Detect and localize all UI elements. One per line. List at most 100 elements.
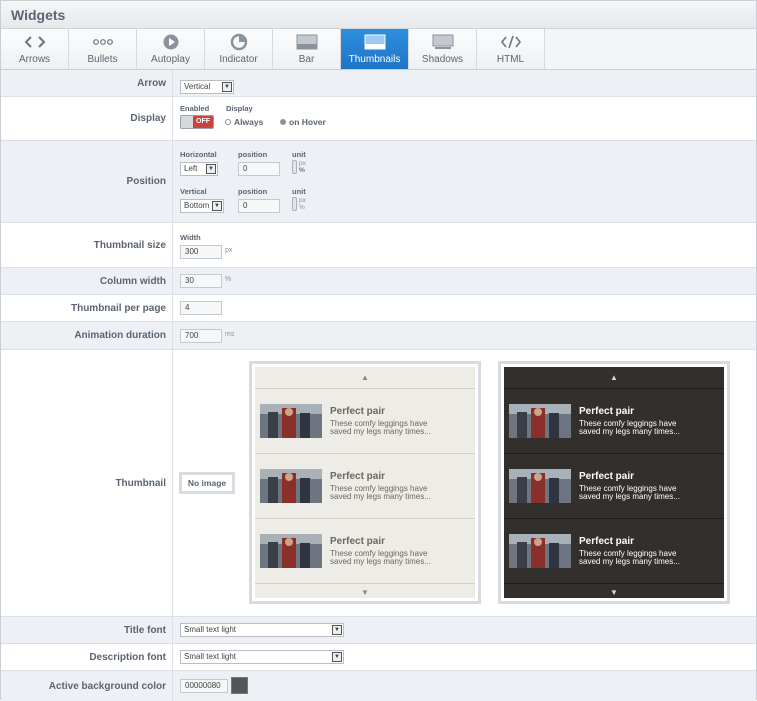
thumbnail-width-input[interactable]: 300 <box>180 245 222 259</box>
thumbnail-size-row: Thumbnail size Width 300 px <box>1 223 756 268</box>
item-description-line: saved my legs many times... <box>579 427 680 436</box>
v-unit-label: unit <box>292 187 306 196</box>
horizontal-label: Horizontal <box>180 150 217 159</box>
preview-light-bg: ▲ Perfect pair These comfy leggings have… <box>255 367 475 598</box>
tab-indicator[interactable]: Indicator <box>205 29 273 69</box>
radio-dot-selected <box>280 119 286 125</box>
arrow-label: Arrow <box>1 70 173 96</box>
active-bg-input[interactable]: 00000080 <box>180 679 228 693</box>
list-item[interactable]: Perfect pair These comfy leggings have s… <box>504 389 724 453</box>
column-width-label: Column width <box>1 268 173 294</box>
animation-row: Animation duration 700 ms <box>1 322 756 350</box>
item-title: Perfect pair <box>330 535 386 547</box>
arrow-row: Arrow Vertical ▼ <box>1 70 756 97</box>
item-title: Perfect pair <box>579 405 635 417</box>
column-width-unit: % <box>225 276 232 283</box>
position-row: Position Horizontal position unit Left ▼… <box>1 141 756 223</box>
chevron-down-icon: ▼ <box>206 164 216 174</box>
preview-dark-bg: ▲ Perfect pair These comfy leggings have… <box>504 367 724 598</box>
description-font-select[interactable]: Small text light ▼ <box>180 650 344 664</box>
title-font-select[interactable]: Small text light ▼ <box>180 623 344 637</box>
item-description-line: saved my legs many times... <box>330 557 431 566</box>
radio-on-hover[interactable]: on Hover <box>280 117 326 127</box>
list-item[interactable]: Perfect pair These comfy leggings have s… <box>504 519 724 583</box>
tab-label: Shadows <box>421 54 464 65</box>
title-font-label: Title font <box>1 617 173 643</box>
window-title: Widgets <box>1 1 756 29</box>
tab-html[interactable]: HTML <box>477 29 545 69</box>
list-item[interactable]: Perfect pair These comfy leggings have s… <box>255 389 475 453</box>
per-page-input[interactable]: 4 <box>180 301 222 315</box>
chevron-down-icon: ▼ <box>212 201 222 211</box>
code-icon <box>500 33 522 51</box>
thumbnail-image <box>509 404 571 438</box>
vertical-select-value: Bottom <box>184 201 210 210</box>
enabled-toggle[interactable]: OFF <box>180 115 214 129</box>
tab-autoplay[interactable]: Autoplay <box>137 29 205 69</box>
thumbnail-image <box>260 534 322 568</box>
width-label: Width <box>180 233 201 242</box>
v-unit-switch[interactable]: px % <box>292 197 306 211</box>
thumbnail-row: Thumbnail No image ▲ Perfect pair These … <box>1 350 756 617</box>
tab-arrows[interactable]: Arrows <box>1 29 69 69</box>
list-item[interactable]: Perfect pair These comfy leggings have s… <box>255 519 475 583</box>
radio-dot <box>225 119 231 125</box>
tab-bar[interactable]: Bar <box>273 29 341 69</box>
vertical-select[interactable]: Bottom ▼ <box>180 199 224 213</box>
active-bg-row: Active background color 00000080 <box>1 671 756 701</box>
item-description: These comfy leggings have saved my legs … <box>579 419 680 437</box>
scroll-up-icon[interactable]: ▲ <box>504 373 724 382</box>
display-label: Display <box>1 97 173 140</box>
unit-slider-icon <box>292 197 297 211</box>
tab-bullets[interactable]: Bullets <box>69 29 137 69</box>
bullets-icon <box>92 33 114 51</box>
arrow-select[interactable]: Vertical ▼ <box>180 80 234 94</box>
divider <box>255 583 475 584</box>
unit-pct: % <box>299 167 305 174</box>
item-description-line: saved my legs many times... <box>579 557 680 566</box>
tab-label: Arrows <box>18 54 51 65</box>
radio-always[interactable]: Always <box>225 117 263 127</box>
description-font-row: Description font Small text light ▼ <box>1 644 756 671</box>
animation-input[interactable]: 700 <box>180 329 222 343</box>
description-font-label: Description font <box>1 644 173 670</box>
v-position-input[interactable]: 0 <box>238 199 280 213</box>
thumbnail-width-unit: px <box>225 247 233 254</box>
column-width-input[interactable]: 30 <box>180 274 222 288</box>
bar-icon <box>296 33 318 51</box>
unit-options: px % <box>299 197 306 211</box>
display-row: Display Enabled Display OFF Always on Ho… <box>1 97 756 141</box>
no-image-button[interactable]: No image <box>179 472 235 494</box>
scroll-down-icon[interactable]: ▼ <box>255 588 475 597</box>
toggle-state: OFF <box>193 116 213 128</box>
arrows-icon <box>24 33 46 51</box>
color-picker-swatch[interactable] <box>231 677 248 694</box>
toggle-knob <box>181 116 193 128</box>
play-icon <box>162 33 180 51</box>
pie-indicator-icon <box>230 33 248 51</box>
animation-unit: ms <box>225 331 235 338</box>
list-item[interactable]: Perfect pair These comfy leggings have s… <box>504 454 724 518</box>
description-font-value: Small text light <box>184 652 237 661</box>
scroll-down-icon[interactable]: ▼ <box>504 588 724 597</box>
list-item[interactable]: Perfect pair These comfy leggings have s… <box>255 454 475 518</box>
h-position-input[interactable]: 0 <box>238 162 280 176</box>
h-unit-label: unit <box>292 150 306 159</box>
active-bg-label: Active background color <box>1 671 173 701</box>
scroll-up-icon[interactable]: ▲ <box>255 373 475 382</box>
tab-shadows[interactable]: Shadows <box>409 29 477 69</box>
tab-label: Autoplay <box>151 54 190 65</box>
chevron-down-icon: ▼ <box>222 82 232 92</box>
unit-slider-icon <box>292 160 297 174</box>
tab-label: HTML <box>496 54 525 65</box>
tab-label: Indicator <box>219 54 258 65</box>
item-description: These comfy leggings have saved my legs … <box>330 419 431 437</box>
unit-px: px <box>299 160 306 167</box>
horizontal-select[interactable]: Left ▼ <box>180 162 218 176</box>
thumbnails-icon <box>364 33 386 51</box>
tab-thumbnails[interactable]: Thumbnails <box>341 29 409 69</box>
thumbnail-image <box>509 469 571 503</box>
v-position-label: position <box>238 187 268 196</box>
thumbnail-image <box>260 469 322 503</box>
h-unit-switch[interactable]: px % <box>292 160 306 174</box>
